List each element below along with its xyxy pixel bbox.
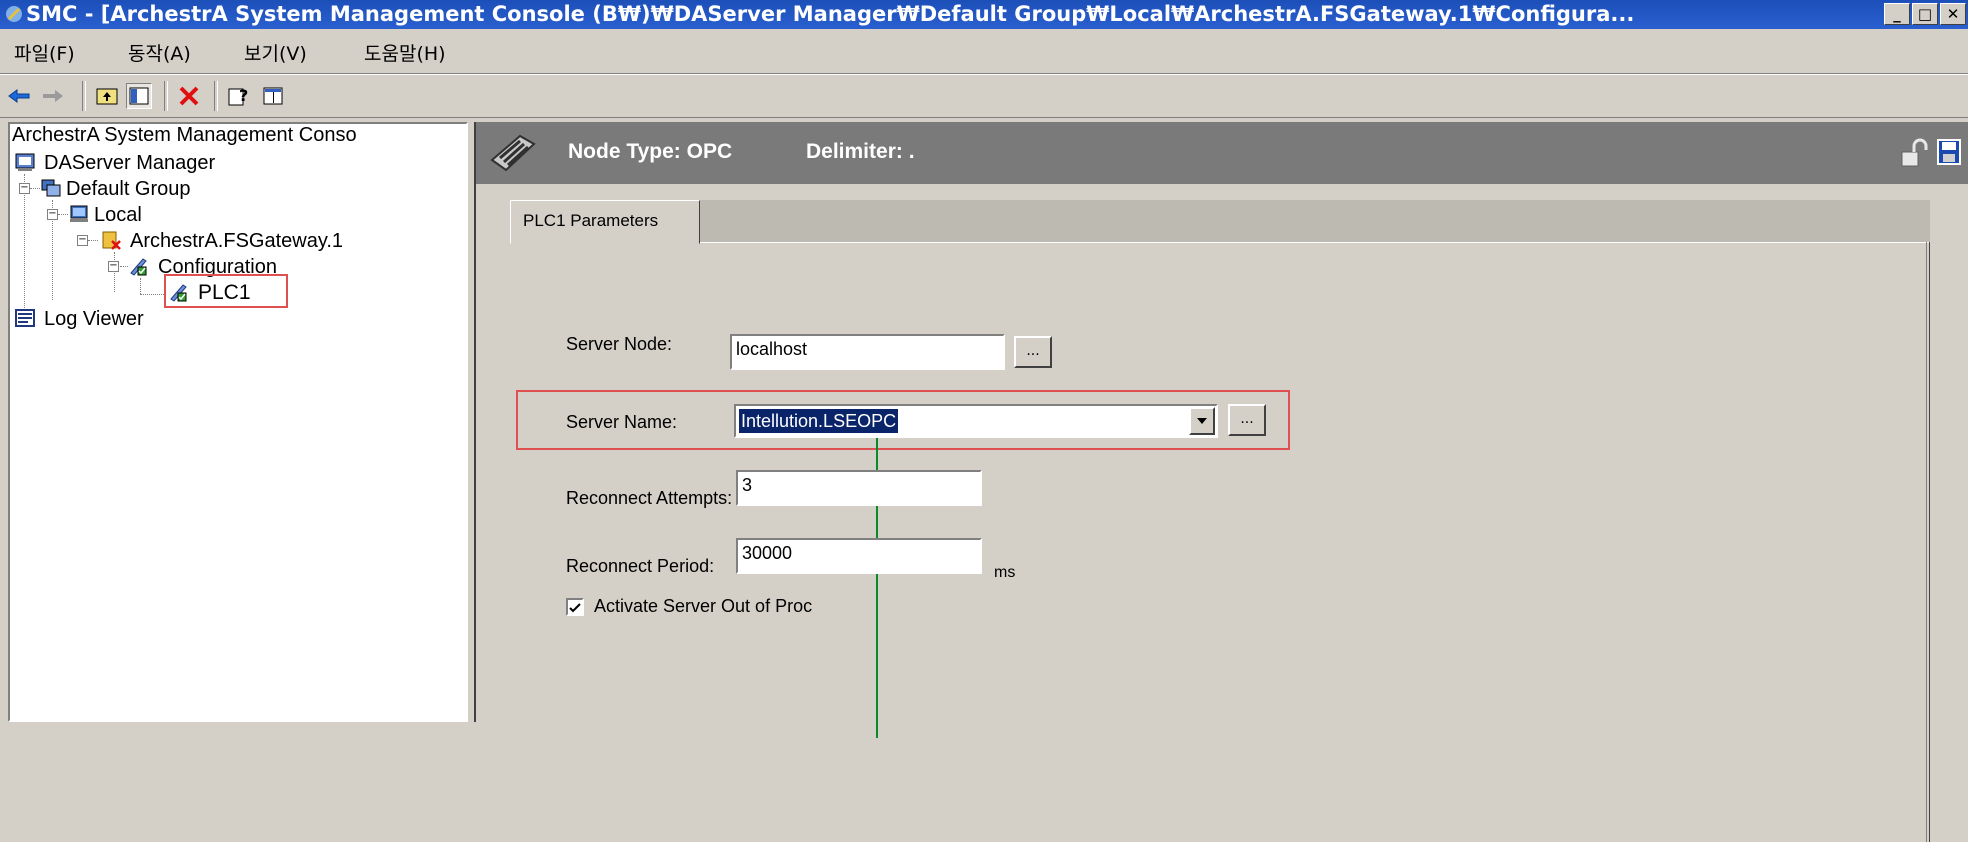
forward-icon[interactable] xyxy=(40,83,66,109)
details-pane: Node Type: OPC Delimiter: . PLC1 Paramet… xyxy=(474,122,1968,842)
chevron-down-icon[interactable] xyxy=(1189,407,1215,435)
reconnect-period-unit: ms xyxy=(994,564,1016,581)
fsgateway-server-icon xyxy=(102,231,121,250)
reconnect-period-label: Reconnect Period: xyxy=(566,556,715,576)
configuration-icon xyxy=(130,258,147,276)
collapse-fsgateway[interactable]: − xyxy=(77,235,88,246)
tab-plc1-parameters[interactable]: PLC1 Parameters xyxy=(510,200,700,244)
show-hide-tree-icon[interactable] xyxy=(126,83,152,109)
tree-item-fsgateway[interactable]: ArchestrA.FSGateway.1 xyxy=(130,230,343,253)
toolbar: ? xyxy=(0,74,1968,118)
unlock-icon[interactable] xyxy=(1900,138,1928,168)
reconnect-period-input[interactable]: 30000 xyxy=(736,538,982,574)
properties-help-icon[interactable]: ? xyxy=(226,83,252,109)
collapse-default-group[interactable]: − xyxy=(19,183,30,194)
server-name-combobox[interactable]: Intellution.LSEOPC xyxy=(734,404,1218,438)
log-viewer-icon xyxy=(15,309,35,327)
close-button[interactable]: ✕ xyxy=(1940,3,1966,25)
console-tree[interactable]: ArchestrA System Management Conso DAServ… xyxy=(8,122,468,722)
reconnect-attempts-input[interactable]: 3 xyxy=(736,470,982,506)
back-icon[interactable] xyxy=(6,83,32,109)
tab-control: PLC1 Parameters Server Node: localhost .… xyxy=(510,200,1930,842)
activate-out-of-proc-checkbox[interactable] xyxy=(566,598,584,616)
save-icon[interactable] xyxy=(1936,138,1962,166)
menu-help[interactable]: 도움말(H) xyxy=(364,39,446,66)
menu-file[interactable]: 파일(F) xyxy=(14,39,75,66)
checkmark-icon xyxy=(569,603,581,613)
maximize-button[interactable]: □ xyxy=(1912,3,1938,25)
opc-node-icon xyxy=(490,134,536,172)
smc-app-icon xyxy=(6,6,22,22)
minimize-button[interactable]: _ xyxy=(1884,3,1910,25)
server-name-browse-button[interactable]: ... xyxy=(1228,404,1266,436)
window-title-bar[interactable]: SMC - [ArchestrA System Management Conso… xyxy=(0,0,1968,29)
tab-strip: PLC1 Parameters xyxy=(510,200,1930,244)
server-node-input[interactable]: localhost xyxy=(730,334,1005,370)
server-name-selected-text: Intellution.LSEOPC xyxy=(739,409,899,433)
computer-icon xyxy=(70,205,88,222)
group-icon xyxy=(41,179,61,197)
menu-action[interactable]: 동작(A) xyxy=(128,39,191,66)
up-folder-icon[interactable] xyxy=(94,83,120,109)
collapse-local[interactable]: − xyxy=(47,209,58,220)
tree-item-daserver-manager[interactable]: DAServer Manager xyxy=(44,152,215,175)
plc1-highlight-box xyxy=(164,274,288,308)
tree-root-label[interactable]: ArchestrA System Management Conso xyxy=(12,124,357,147)
menu-bar: 파일(F) 동작(A) 보기(V) 도움말(H) xyxy=(0,29,1968,74)
server-manager-icon xyxy=(15,153,35,171)
server-name-label: Server Name: xyxy=(566,412,678,432)
window-title: SMC - [ArchestrA System Management Conso… xyxy=(26,2,1635,26)
node-type-label: Node Type: OPC xyxy=(568,140,733,163)
tree-item-local[interactable]: Local xyxy=(94,204,142,227)
server-node-browse-button[interactable]: ... xyxy=(1014,336,1052,368)
tree-item-log-viewer[interactable]: Log Viewer xyxy=(44,308,144,331)
detail-view-icon[interactable] xyxy=(260,83,286,109)
delimiter-label: Delimiter: . xyxy=(806,140,915,163)
activate-out-of-proc-label[interactable]: Activate Server Out of Proc xyxy=(594,596,812,617)
node-header: Node Type: OPC Delimiter: . xyxy=(476,122,1968,184)
server-node-label: Server Node: xyxy=(566,334,673,354)
delete-icon[interactable] xyxy=(176,83,202,109)
menu-view[interactable]: 보기(V) xyxy=(244,39,307,66)
svg-text:?: ? xyxy=(239,86,248,105)
tree-item-default-group[interactable]: Default Group xyxy=(66,178,191,201)
collapse-configuration[interactable]: − xyxy=(108,261,119,272)
reconnect-attempts-label: Reconnect Attempts: xyxy=(566,488,733,508)
